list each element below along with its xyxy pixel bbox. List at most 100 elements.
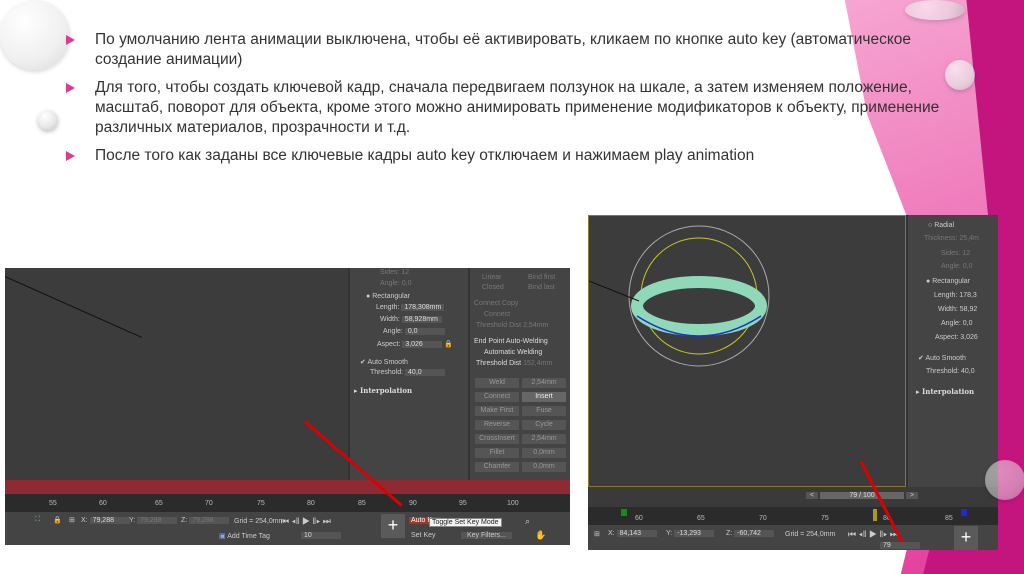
radial-radio[interactable]: ○ Radial: [928, 222, 954, 229]
tick-label: 80: [307, 500, 315, 507]
crossinsert-input[interactable]: 2,54mm: [522, 434, 566, 444]
current-frame-input[interactable]: 79: [880, 542, 920, 549]
decor-bubble: [0, 0, 70, 70]
y-input[interactable]: 79,288: [137, 517, 178, 524]
viewport[interactable]: [5, 268, 348, 480]
insert-button[interactable]: Insert: [522, 392, 566, 402]
bullet-item: Для того, чтобы создать ключевой кадр, с…: [62, 78, 942, 138]
angle-field[interactable]: Angle: 0,0: [941, 263, 973, 270]
bind-last-checkbox[interactable]: Bind last: [528, 284, 555, 291]
key-filters-button[interactable]: Key Filters...: [461, 532, 512, 539]
weld-button[interactable]: Weld: [475, 378, 519, 388]
time-slider[interactable]: 79 / 100: [820, 492, 904, 499]
width-input[interactable]: 58,928mm: [401, 316, 442, 323]
prev-frame-icon[interactable]: ◂‖: [292, 516, 300, 526]
angle-input[interactable]: 0,0: [404, 328, 445, 335]
timeline-ruler[interactable]: 55 60 65 70 75 80 85 90 95 100: [5, 494, 570, 512]
auto-weld-checkbox[interactable]: Automatic Welding: [484, 349, 542, 356]
weld-input[interactable]: 2,54mm: [522, 378, 566, 388]
torus-gizmo: [588, 225, 770, 367]
status-bar: ⛶ 🔒 ⊞ X: 79,288 Y: 79,288 Z: 79,288 Grid…: [5, 512, 570, 545]
status-bar: ⊞ X: 84,143 Y: -13,293 Z: -60,742 Grid =…: [588, 525, 998, 550]
linear-checkbox[interactable]: Linear: [482, 274, 501, 281]
sides-field[interactable]: Sides: 12: [941, 250, 970, 257]
playback-controls: ⏮ ◂‖ ▶ ‖▸ ⏭: [848, 529, 898, 540]
threshold-dist-input[interactable]: 2,54mm: [523, 322, 548, 329]
set-key-button[interactable]: Set Key: [411, 532, 436, 539]
rectangular-radio[interactable]: ● Rectangular: [366, 293, 410, 300]
rectangular-radio[interactable]: ● Rectangular: [926, 278, 970, 285]
y-input[interactable]: -13,293: [674, 530, 715, 537]
lock-icon[interactable]: 🔒: [53, 516, 62, 524]
connect-checkbox[interactable]: Connect: [484, 311, 510, 318]
next-frame-button[interactable]: >: [906, 492, 919, 499]
label: Interpolation: [921, 387, 975, 396]
crossinsert-button[interactable]: CrossInsert: [475, 434, 519, 444]
transform-icon[interactable]: ⊞: [69, 516, 75, 524]
threshold-field[interactable]: Threshold: 40,0: [926, 368, 975, 375]
label: Rectangular: [372, 293, 410, 300]
connect-button[interactable]: Connect: [475, 392, 519, 402]
rendering-panel: Sides: 12 Angle: 0,0 ● Rectangular Lengt…: [348, 268, 468, 480]
tick-label: 60: [99, 500, 107, 507]
interpolation-rollout[interactable]: ▸ Interpolation: [916, 387, 974, 396]
length-field[interactable]: Length: 178,3: [934, 292, 977, 299]
tick-label: 90: [409, 500, 417, 507]
interpolation-rollout[interactable]: ▸ Interpolation: [354, 386, 412, 395]
width-field[interactable]: Width: 58,92: [938, 306, 977, 313]
timeline-ruler[interactable]: 60 65 70 75 80 85: [588, 507, 998, 525]
grid-readout: Grid = 254,0mm: [234, 518, 285, 525]
viewport[interactable]: [588, 215, 906, 487]
make-first-button[interactable]: Make First: [475, 406, 519, 416]
x-input[interactable]: 84,143: [616, 530, 657, 537]
time-cursor[interactable]: [873, 509, 877, 521]
set-key-plus-button[interactable]: +: [381, 514, 405, 538]
current-frame-input[interactable]: 10: [301, 532, 341, 539]
angle-field[interactable]: Angle: 0,0: [941, 320, 973, 327]
chamfer-button[interactable]: Chamfer: [475, 462, 519, 472]
angle-field: Angle: 0,0: [380, 280, 412, 287]
isolate-icon[interactable]: ⛶: [35, 516, 40, 524]
auto-smooth-checkbox[interactable]: ✔ Auto Smooth: [918, 354, 966, 362]
label: Threshold:: [370, 369, 404, 376]
prev-frame-button[interactable]: <: [806, 492, 819, 499]
tick-label: 70: [205, 500, 213, 507]
reverse-button[interactable]: Reverse: [475, 420, 519, 430]
play-icon[interactable]: ▶: [302, 516, 310, 526]
fuse-button[interactable]: Fuse: [522, 406, 566, 416]
x-input[interactable]: 79,288: [89, 517, 130, 524]
aspect-input[interactable]: 3,026: [402, 341, 443, 348]
next-frame-icon[interactable]: ‖▸: [312, 516, 320, 526]
fillet-button[interactable]: Fillet: [475, 448, 519, 458]
set-key-plus-button[interactable]: +: [954, 526, 978, 550]
play-icon[interactable]: ▶: [869, 529, 877, 539]
threshold-dist-input[interactable]: 152,4mm: [523, 360, 552, 367]
lock-icon[interactable]: 🔒: [444, 341, 453, 348]
zoom-icon[interactable]: ⌕: [525, 516, 530, 527]
go-start-icon[interactable]: ⏮: [281, 516, 289, 526]
aspect-field[interactable]: Aspect: 3,026: [935, 334, 978, 341]
go-start-icon[interactable]: ⏮: [848, 529, 856, 539]
key-marker[interactable]: [961, 509, 967, 516]
tick-label: 65: [697, 515, 705, 522]
tick-label: 85: [358, 500, 366, 507]
next-frame-icon[interactable]: ‖▸: [879, 529, 887, 539]
add-time-tag-button[interactable]: Add Time Tag: [227, 533, 270, 540]
pan-icon[interactable]: ✋: [535, 530, 546, 541]
threshold-input[interactable]: 40,0: [405, 369, 446, 376]
closed-checkbox[interactable]: Closed: [482, 284, 504, 291]
bind-first-checkbox[interactable]: Bind first: [528, 274, 555, 281]
transform-icon[interactable]: ⊞: [594, 530, 600, 538]
chamfer-input[interactable]: 0,0mm: [522, 462, 566, 472]
go-end-icon[interactable]: ⏭: [323, 516, 331, 526]
fillet-input[interactable]: 0,0mm: [522, 448, 566, 458]
prev-frame-icon[interactable]: ◂‖: [859, 529, 867, 539]
z-input[interactable]: 79,288: [189, 517, 230, 524]
z-input[interactable]: -60,742: [734, 530, 775, 537]
auto-smooth-checkbox[interactable]: ✔ Auto Smooth: [360, 358, 408, 366]
thickness-field[interactable]: Thickness: 25,4m: [924, 235, 979, 242]
length-input[interactable]: 178,308mm: [401, 304, 445, 311]
key-marker[interactable]: [621, 509, 627, 516]
time-slider[interactable]: [5, 480, 570, 494]
cycle-button[interactable]: Cycle: [522, 420, 566, 430]
